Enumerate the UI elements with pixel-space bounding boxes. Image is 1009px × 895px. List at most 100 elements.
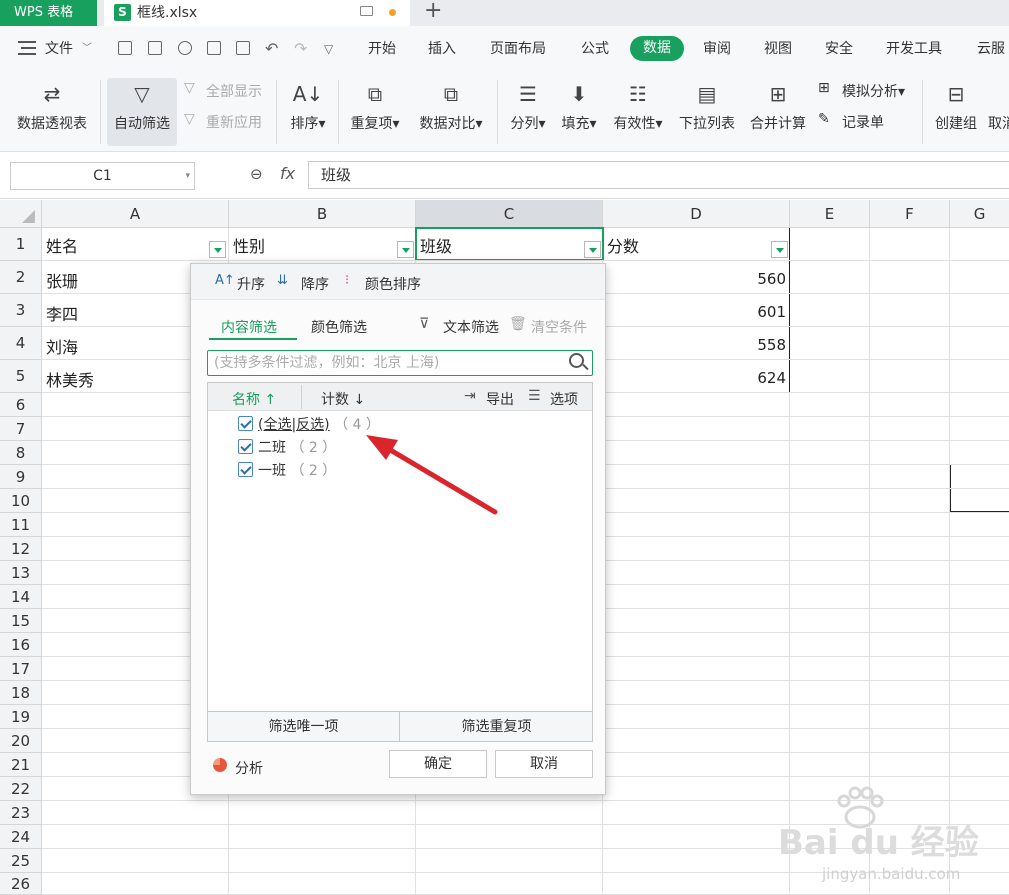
cell-d2[interactable]: 560 (700, 270, 786, 288)
fx-icon[interactable]: fx (280, 164, 295, 183)
filter-dropdown-c1-icon[interactable] (584, 241, 601, 258)
list-item-class-one[interactable]: 一班 （ 2 ） (258, 460, 336, 480)
column-header-c[interactable]: C (416, 200, 603, 228)
data-compare-button[interactable]: ⧉ 数据对比▾ (412, 78, 490, 146)
cell-a4[interactable]: 刘海 (46, 334, 78, 358)
text-filter-button[interactable]: 文本筛选 (443, 317, 499, 337)
analyze-button[interactable]: 分析 (235, 758, 263, 778)
column-header-g[interactable]: G (950, 200, 1009, 228)
tab-color-filter[interactable]: 颜色筛选 (311, 317, 367, 337)
column-header-d[interactable]: D (603, 200, 790, 228)
monitor-icon[interactable] (360, 6, 373, 16)
formula-input[interactable]: 班级 (308, 161, 1009, 189)
class-one-checkbox[interactable] (238, 462, 253, 477)
list-item-select-all[interactable]: (全选|反选) （ 4 ） (258, 414, 380, 434)
export-button[interactable]: 导出 (486, 389, 514, 409)
cancel-group-button[interactable]: 取消 (988, 78, 1009, 146)
sort-by-name-button[interactable]: 名称 ↑ (232, 389, 276, 409)
customize-quick-access-icon[interactable]: ▽ (324, 26, 333, 72)
column-header-e[interactable]: E (790, 200, 870, 228)
filter-dropdown-d1-icon[interactable] (771, 241, 788, 258)
menu-insert[interactable]: 插入 (428, 26, 456, 72)
row-header-24[interactable]: 24 (0, 825, 42, 849)
sort-descending-button[interactable]: 降序 (301, 274, 329, 294)
menu-developer[interactable]: 开发工具 (886, 26, 942, 72)
filter-unique-button[interactable]: 筛选唯一项 (208, 712, 400, 742)
row-header-16[interactable]: 16 (0, 633, 42, 657)
row-header-18[interactable]: 18 (0, 681, 42, 705)
row-header-14[interactable]: 14 (0, 585, 42, 609)
sort-by-count-button[interactable]: 计数 ↓ (321, 389, 365, 409)
split-column-button[interactable]: ☰ 分列▾ (504, 78, 552, 146)
cancel-button[interactable]: 取消 (495, 750, 593, 778)
column-header-f[interactable]: F (870, 200, 950, 228)
class-two-checkbox[interactable] (238, 439, 253, 454)
row-header-22[interactable]: 22 (0, 777, 42, 801)
auto-filter-button[interactable]: ▽ 自动筛选 (107, 78, 177, 146)
simulate-analysis-button[interactable]: 模拟分析▾ (842, 81, 905, 101)
color-sort-button[interactable]: 颜色排序 (365, 274, 421, 294)
redo-icon[interactable]: ↷ (294, 26, 307, 72)
cell-a3[interactable]: 李四 (46, 301, 78, 325)
filter-search-input[interactable] (214, 353, 562, 373)
print-icon[interactable] (207, 41, 221, 55)
reapply-button[interactable]: 重新应用 (206, 112, 262, 132)
row-header-20[interactable]: 20 (0, 729, 42, 753)
list-item-class-two[interactable]: 二班 （ 2 ） (258, 437, 336, 457)
row-header-5[interactable]: 5 (0, 360, 42, 393)
clear-conditions-button[interactable]: 清空条件 (531, 317, 587, 337)
row-header-11[interactable]: 11 (0, 513, 42, 537)
cell-a1[interactable]: 姓名 (46, 233, 78, 257)
column-header-b[interactable]: B (229, 200, 416, 228)
file-tab[interactable]: S 框线.xlsx (104, 0, 410, 26)
cell-d5[interactable]: 624 (700, 369, 786, 387)
row-header-3[interactable]: 3 (0, 294, 42, 327)
new-tab-plus-icon[interactable]: + (424, 0, 442, 23)
menu-security[interactable]: 安全 (825, 26, 853, 72)
row-header-15[interactable]: 15 (0, 609, 42, 633)
row-header-13[interactable]: 13 (0, 561, 42, 585)
menu-review[interactable]: 审阅 (703, 26, 731, 72)
row-header-21[interactable]: 21 (0, 753, 42, 777)
create-group-button[interactable]: ⊟ 创建组 (928, 78, 984, 146)
row-header-4[interactable]: 4 (0, 327, 42, 360)
menu-page-layout[interactable]: 页面布局 (490, 26, 546, 72)
sort-button[interactable]: A↓ 排序▾ (282, 78, 334, 146)
cell-b1[interactable]: 性别 (233, 233, 265, 257)
save-icon[interactable] (148, 41, 162, 55)
filter-duplicates-button[interactable]: 筛选重复项 (401, 712, 592, 742)
column-header-a[interactable]: A (42, 200, 229, 228)
filter-dropdown-b1-icon[interactable] (397, 241, 414, 258)
select-all-checkbox[interactable] (238, 416, 253, 431)
cell-d4[interactable]: 558 (700, 336, 786, 354)
menu-start[interactable]: 开始 (368, 26, 396, 72)
name-box-chevron-down-icon[interactable]: ▾ (185, 163, 190, 189)
cell-a2[interactable]: 张珊 (46, 268, 78, 292)
row-header-23[interactable]: 23 (0, 801, 42, 825)
row-header-10[interactable]: 10 (0, 489, 42, 513)
search-icon[interactable] (569, 353, 584, 368)
consolidate-button[interactable]: ⊞ 合并计算 (745, 78, 811, 146)
row-header-17[interactable]: 17 (0, 657, 42, 681)
show-all-button[interactable]: 全部显示 (206, 81, 262, 101)
dropdown-list-button[interactable]: ▤ 下拉列表 (674, 78, 740, 146)
cell-a5[interactable]: 林美秀 (46, 367, 94, 391)
validity-button[interactable]: ☷ 有效性▾ (607, 78, 669, 146)
row-header-19[interactable]: 19 (0, 705, 42, 729)
row-header-8[interactable]: 8 (0, 441, 42, 465)
file-menu-chevron-down-icon[interactable]: ﹀ (82, 26, 92, 72)
fill-button[interactable]: ⬇ 填充▾ (555, 78, 603, 146)
zoom-search-icon[interactable]: ⊖ (250, 165, 263, 183)
menu-view[interactable]: 视图 (764, 26, 792, 72)
row-header-6[interactable]: 6 (0, 393, 42, 417)
tab-content-filter[interactable]: 内容筛选 (221, 317, 277, 337)
name-box[interactable]: C1 ▾ (10, 162, 195, 190)
select-all-corner[interactable] (0, 200, 42, 228)
pivot-table-button[interactable]: ⇄ 数据透视表 (8, 78, 96, 146)
print-preview-icon[interactable] (236, 41, 250, 55)
record-form-button[interactable]: 记录单 (842, 112, 884, 132)
cell-d1[interactable]: 分数 (607, 233, 639, 257)
cell-c1[interactable]: 班级 (420, 233, 452, 257)
row-header-9[interactable]: 9 (0, 465, 42, 489)
row-header-1[interactable]: 1 (0, 228, 42, 261)
